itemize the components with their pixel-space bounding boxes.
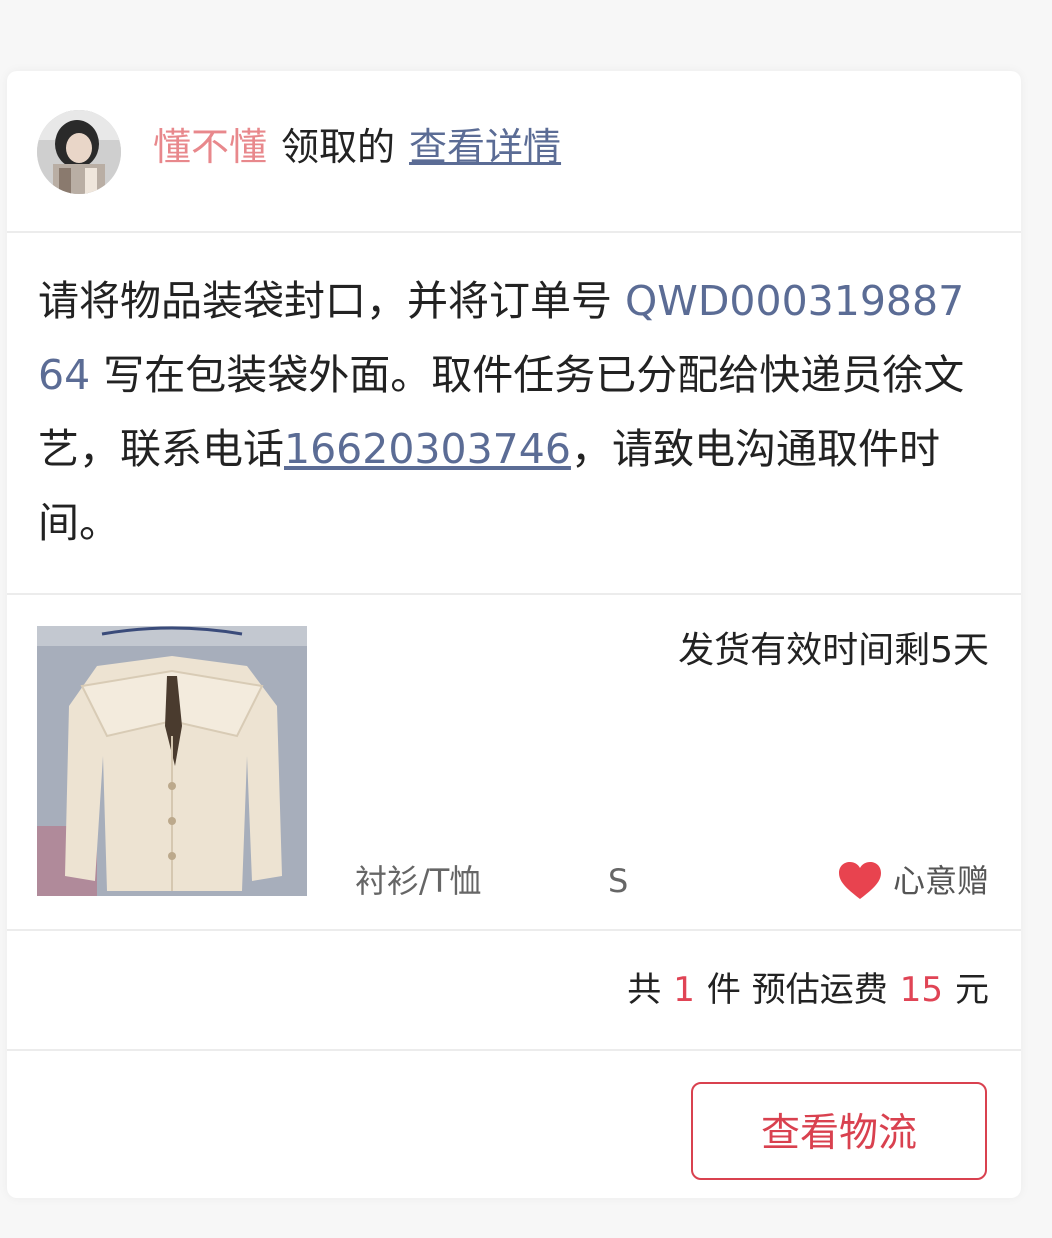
packing-instructions: 请将物品装袋封口，并将订单号 QWD00031988764 写在包装袋外面。取件… <box>7 233 1021 595</box>
product-size: S <box>608 862 629 900</box>
ship-time-remaining: 发货有效时间剩5天 <box>678 630 989 671</box>
summary-text: 共1 件 预估运费 15 元 <box>627 965 989 1015</box>
avatar-image <box>37 110 121 194</box>
view-logistics-button[interactable]: 查看物流 <box>691 1082 987 1180</box>
card-header: 懂不懂 领取的 查看详情 <box>7 71 1021 233</box>
summary-middle: 件 预估运费 <box>706 970 888 1010</box>
view-details-link[interactable]: 查看详情 <box>409 125 561 169</box>
claim-info: 懂不懂 领取的 查看详情 <box>153 119 561 175</box>
item-count: 1 <box>673 970 695 1010</box>
claim-label: 领取的 <box>281 125 396 169</box>
product-section: 发货有效时间剩5天 衬衫/T恤 S 心意赠 <box>7 595 1021 931</box>
courier-phone-link[interactable]: 16620303746 <box>284 425 571 473</box>
user-nickname[interactable]: 懂不懂 <box>153 125 267 169</box>
order-card: 懂不懂 领取的 查看详情 请将物品装袋封口，并将订单号 QWD00031988764… <box>7 71 1021 1198</box>
heart-icon <box>838 862 881 899</box>
product-image[interactable] <box>37 626 307 896</box>
instructions-text: 请将物品装袋封口，并将订单号 QWD00031988764 写在包装袋外面。取件… <box>38 264 988 560</box>
gift-label: 心意赠 <box>892 862 989 900</box>
product-image-graphic <box>37 626 307 896</box>
avatar[interactable] <box>37 110 121 194</box>
summary-prefix: 共 <box>627 970 662 1010</box>
order-summary: 共1 件 预估运费 15 元 <box>7 931 1021 1051</box>
gift-tag: 心意赠 <box>837 857 989 905</box>
summary-suffix: 元 <box>955 970 989 1010</box>
instr-text-1: 请将物品装袋封口，并将订单号 <box>38 277 626 325</box>
shipping-fee: 15 <box>899 970 943 1010</box>
product-category: 衬衫/T恤 <box>355 862 482 900</box>
